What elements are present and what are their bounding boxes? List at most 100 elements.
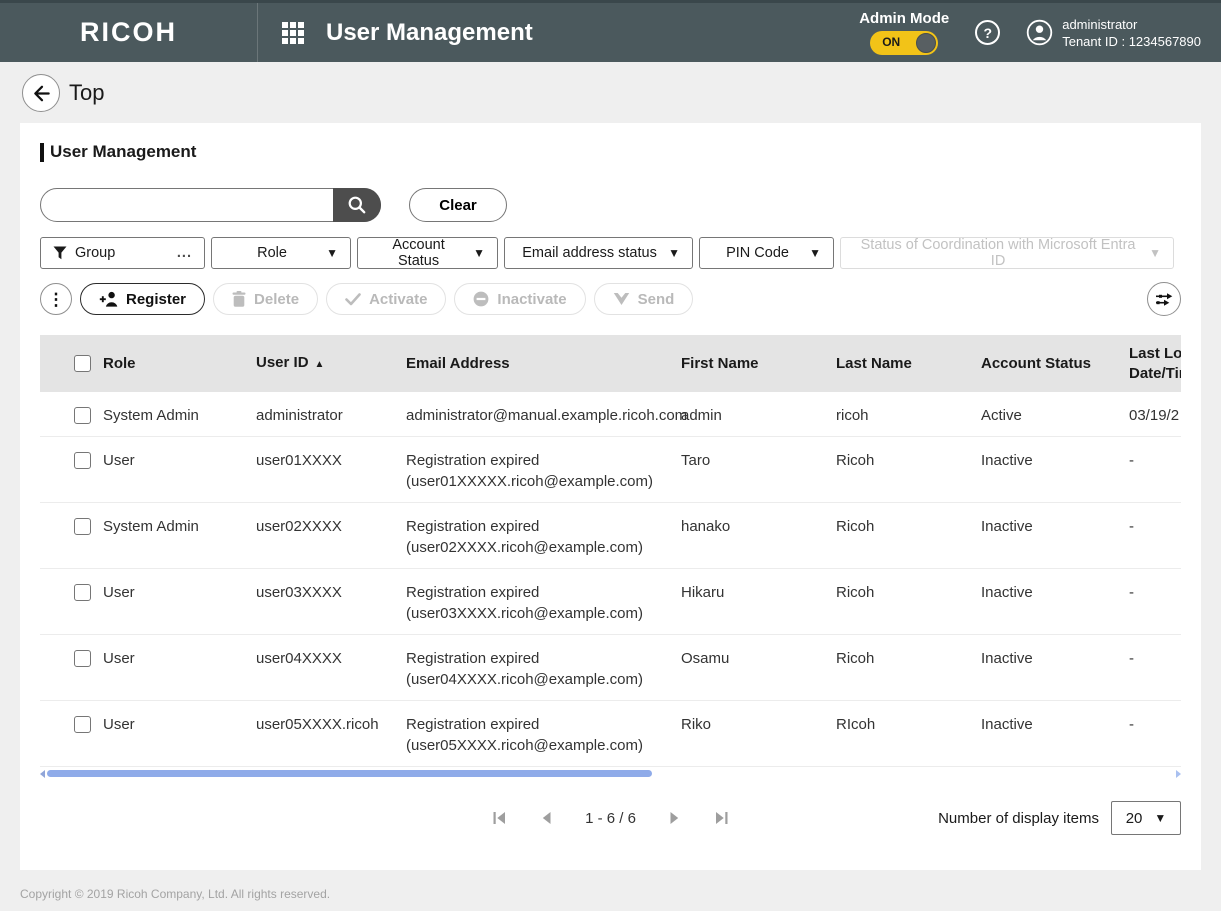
title-accent-bar bbox=[40, 142, 44, 162]
cell-email: Registration expired (user05XXXX.ricoh@e… bbox=[406, 714, 681, 756]
cell-last-name: Ricoh bbox=[836, 452, 875, 469]
cell-role: User bbox=[103, 452, 135, 469]
app-launcher-icon[interactable] bbox=[282, 21, 304, 44]
send-button[interactable]: Send bbox=[593, 283, 694, 315]
email-line: (user05XXXX.ricoh@example.com) bbox=[406, 737, 643, 754]
more-options-button[interactable]: ⋮ bbox=[40, 283, 72, 315]
column-first-name[interactable]: First Name bbox=[681, 354, 836, 374]
table-row[interactable]: User user04XXXX Registration expired (us… bbox=[40, 635, 1181, 701]
cell-last-name: Ricoh bbox=[836, 650, 875, 667]
back-button[interactable] bbox=[22, 74, 60, 112]
column-settings-button[interactable] bbox=[1147, 282, 1181, 316]
display-items-dropdown[interactable]: 20 ▼ bbox=[1111, 801, 1181, 835]
cell-first-name: Hikaru bbox=[681, 584, 725, 601]
chevron-down-icon: ▼ bbox=[326, 246, 338, 260]
cell-first-name: Osamu bbox=[681, 650, 730, 667]
account-menu[interactable]: administrator Tenant ID : 1234567890 bbox=[1026, 16, 1201, 50]
cell-user-id: user04XXXX bbox=[256, 650, 342, 667]
toggle-knob[interactable] bbox=[916, 33, 937, 53]
email-line: (user01XXXXX.ricoh@example.com) bbox=[406, 473, 653, 490]
row-checkbox[interactable] bbox=[74, 584, 91, 601]
row-checkbox[interactable] bbox=[74, 452, 91, 469]
back-arrow-icon bbox=[33, 85, 50, 101]
table-row[interactable]: User user05XXXX.ricoh Registration expir… bbox=[40, 701, 1181, 767]
search-box bbox=[40, 188, 381, 222]
check-icon bbox=[345, 292, 361, 305]
filter-funnel-icon bbox=[53, 246, 67, 260]
table-body: System Admin administrator administrator… bbox=[40, 392, 1181, 767]
chevron-down-icon: ▼ bbox=[809, 246, 821, 260]
brand-text: RICOH bbox=[80, 17, 177, 47]
column-last-name[interactable]: Last Name bbox=[836, 354, 981, 374]
last-page-button[interactable] bbox=[712, 809, 731, 827]
filter-group-more: ... bbox=[176, 245, 192, 261]
cell-role: User bbox=[103, 650, 135, 667]
table-row[interactable]: System Admin user02XXXX Registration exp… bbox=[40, 503, 1181, 569]
filter-role[interactable]: Role ▼ bbox=[211, 237, 351, 269]
filter-pin-code[interactable]: PIN Code ▼ bbox=[699, 237, 834, 269]
trash-icon bbox=[232, 291, 246, 307]
scrollbar-thumb[interactable] bbox=[47, 770, 652, 777]
filter-account-status[interactable]: Account Status ▼ bbox=[357, 237, 498, 269]
email-line: Registration expired bbox=[406, 650, 540, 667]
row-checkbox[interactable] bbox=[74, 407, 91, 424]
cell-account-status: Active bbox=[981, 407, 1022, 424]
next-page-button[interactable] bbox=[666, 809, 682, 827]
cell-account-status: Inactive bbox=[981, 518, 1033, 535]
first-page-button[interactable] bbox=[490, 809, 509, 827]
chevron-down-icon: ▼ bbox=[1149, 246, 1161, 260]
cell-first-name: Riko bbox=[681, 716, 712, 733]
delete-button[interactable]: Delete bbox=[213, 283, 319, 315]
breadcrumb: Top bbox=[22, 74, 104, 112]
scroll-left-arrow-icon[interactable] bbox=[40, 770, 45, 778]
activate-button[interactable]: Activate bbox=[326, 283, 447, 315]
cell-last-name: ricoh bbox=[836, 407, 869, 424]
cell-last-login: 03/19/2 bbox=[1129, 407, 1180, 424]
table-row[interactable]: User user01XXXX Registration expired (us… bbox=[40, 437, 1181, 503]
brand-logo: RICOH bbox=[0, 3, 257, 62]
column-user-id[interactable]: User ID ▲ bbox=[256, 353, 406, 375]
table-header-row: Role User ID ▲ Email Address First Name L… bbox=[40, 335, 1181, 392]
register-button[interactable]: Register bbox=[80, 283, 206, 315]
cell-account-status: Inactive bbox=[981, 452, 1033, 469]
tune-sliders-icon bbox=[1156, 292, 1173, 306]
row-checkbox[interactable] bbox=[74, 518, 91, 535]
table-row[interactable]: System Admin administrator administrator… bbox=[40, 392, 1181, 437]
page-title: User Management bbox=[50, 142, 197, 161]
filter-email-status[interactable]: Email address status ▼ bbox=[504, 237, 693, 269]
search-icon bbox=[348, 196, 366, 214]
chevron-down-icon: ▼ bbox=[668, 246, 680, 260]
row-checkbox[interactable] bbox=[74, 650, 91, 667]
column-account-status[interactable]: Account Status bbox=[981, 354, 1129, 374]
email-line: Registration expired bbox=[406, 452, 540, 469]
search-button[interactable] bbox=[333, 188, 381, 222]
cell-last-login: - bbox=[1129, 716, 1134, 733]
clear-button[interactable]: Clear bbox=[409, 188, 507, 222]
row-checkbox[interactable] bbox=[74, 716, 91, 733]
table-row[interactable]: User user03XXXX Registration expired (us… bbox=[40, 569, 1181, 635]
cell-last-name: Ricoh bbox=[836, 584, 875, 601]
inactivate-button[interactable]: Inactivate bbox=[454, 283, 586, 315]
column-email[interactable]: Email Address bbox=[406, 354, 681, 374]
help-icon[interactable]: ? bbox=[975, 20, 1001, 45]
toggle-state-label: ON bbox=[882, 35, 901, 49]
last-page-icon bbox=[715, 812, 728, 824]
select-all-checkbox[interactable] bbox=[74, 355, 91, 372]
cell-role: System Admin bbox=[103, 407, 199, 424]
column-role[interactable]: Role bbox=[103, 354, 256, 374]
scroll-right-arrow-icon[interactable] bbox=[1176, 770, 1181, 778]
admin-mode-toggle[interactable]: ON bbox=[870, 31, 939, 55]
account-username: administrator bbox=[1062, 16, 1138, 32]
email-line: Registration expired bbox=[406, 518, 540, 535]
cell-role: System Admin bbox=[103, 518, 199, 535]
app-title: User Management bbox=[326, 18, 533, 46]
search-input[interactable] bbox=[40, 188, 381, 222]
filter-group[interactable]: Group ... bbox=[40, 237, 205, 269]
email-line: (user03XXXX.ricoh@example.com) bbox=[406, 605, 643, 622]
column-last-login[interactable]: Last Login Date/Time bbox=[1129, 344, 1181, 384]
sort-ascending-icon: ▲ bbox=[314, 358, 325, 370]
first-page-icon bbox=[493, 812, 506, 824]
previous-page-button[interactable] bbox=[539, 809, 555, 827]
user-table: Role User ID ▲ Email Address First Name L… bbox=[40, 335, 1181, 767]
kebab-icon: ⋮ bbox=[47, 289, 65, 309]
